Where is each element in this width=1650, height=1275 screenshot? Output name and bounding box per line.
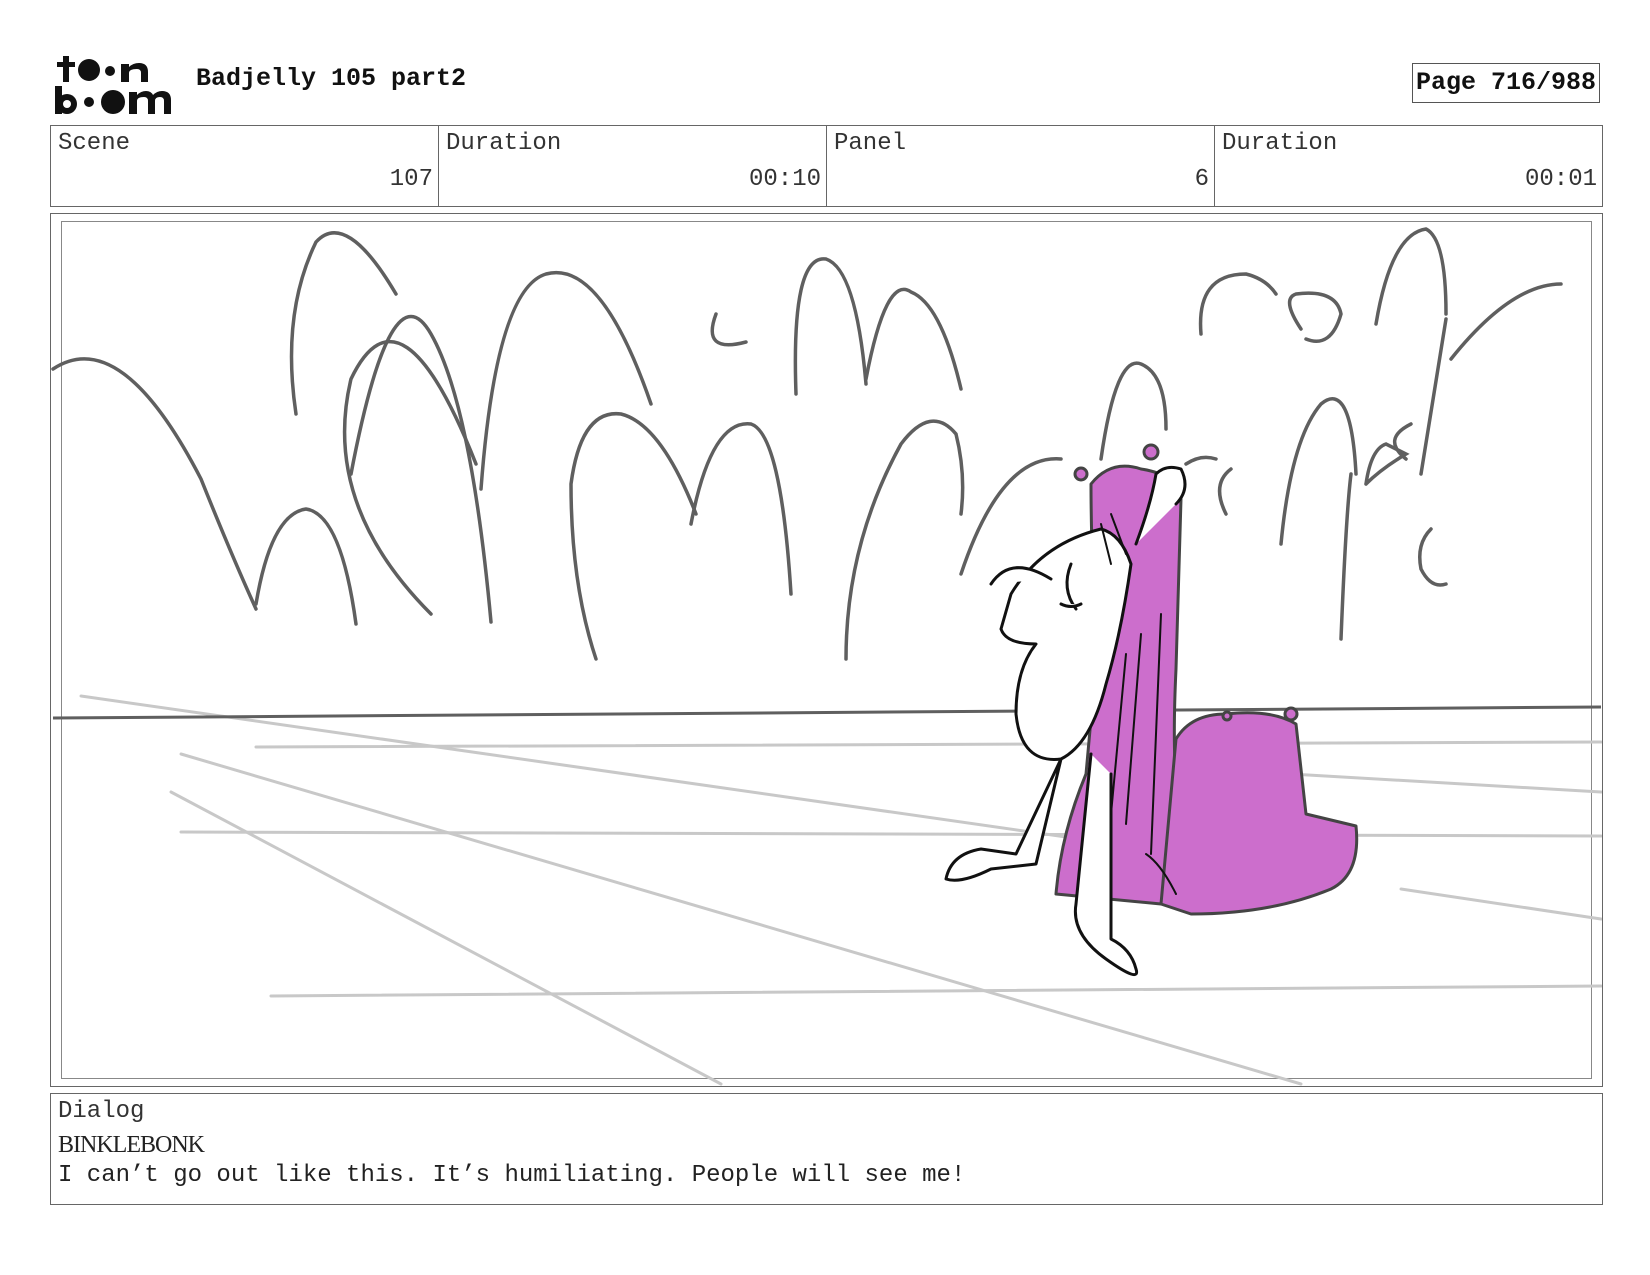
- dialog-label: Dialog: [58, 1098, 145, 1125]
- panel-info-row: Scene 107 Duration 00:10 Panel 6 Duratio…: [50, 125, 1603, 207]
- page-number: Page 716/988: [1412, 63, 1600, 103]
- panel-cell: Panel 6: [827, 126, 1215, 206]
- scene-duration-value: 00:10: [748, 166, 821, 193]
- dialog-box: Dialog BINKLEBONK I can’t go out like th…: [50, 1093, 1603, 1205]
- dialog-line: I can’t go out like this. It’s humiliati…: [58, 1162, 966, 1189]
- panel-duration-value: 00:01: [1524, 166, 1597, 193]
- scene-value: 107: [389, 166, 433, 193]
- scene-duration-cell: Duration 00:10: [439, 126, 827, 206]
- scene-duration-label: Duration: [446, 130, 562, 157]
- panel-drawing: [51, 227, 1602, 1086]
- panel-value: 6: [1194, 166, 1209, 193]
- scene-cell: Scene 107: [51, 126, 439, 206]
- panel-label: Panel: [834, 130, 907, 157]
- panel-duration-label: Duration: [1222, 130, 1338, 157]
- storyboard-panel: [50, 213, 1603, 1087]
- toonboom-logo: [55, 56, 171, 114]
- ground-lines: [79, 694, 1602, 1086]
- scene-label: Scene: [58, 130, 131, 157]
- dialog-speaker: BINKLEBONK: [58, 1132, 205, 1158]
- project-title: Badjelly 105 part2: [196, 64, 467, 93]
- bush-scribbles: [51, 227, 1563, 661]
- panel-duration-cell: Duration 00:01: [1215, 126, 1602, 206]
- horizon-line: [52, 705, 1602, 720]
